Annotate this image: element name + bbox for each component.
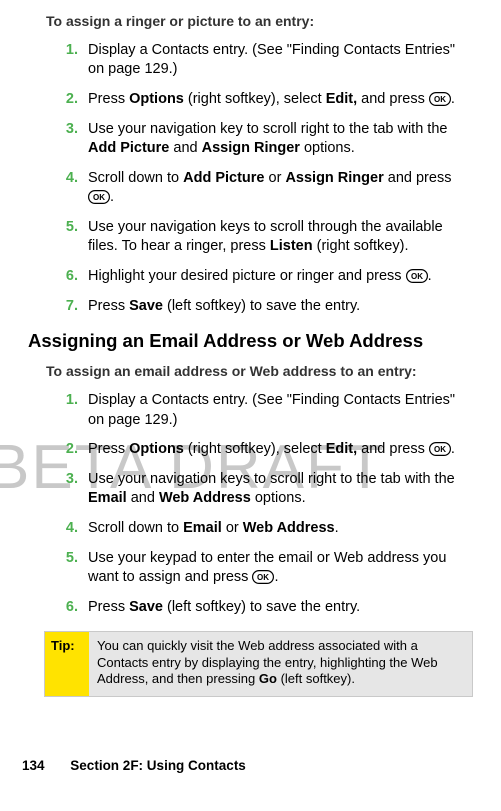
- step-number: 2.: [44, 90, 88, 110]
- ok-key-icon: OK: [429, 442, 451, 456]
- svg-text:OK: OK: [93, 193, 105, 202]
- section2-step-4: 4.Scroll down to Email or Web Address.: [44, 519, 473, 539]
- step-number: 1.: [44, 391, 88, 430]
- heading-email-web: Assigning an Email Address or Web Addres…: [28, 330, 473, 352]
- section2-step-6: 6.Press Save (left softkey) to save the …: [44, 598, 473, 618]
- svg-text:OK: OK: [434, 445, 446, 454]
- svg-text:OK: OK: [257, 573, 269, 582]
- step-text: Use your navigation keys to scroll right…: [88, 470, 473, 509]
- section2-step-3: 3.Use your navigation keys to scroll rig…: [44, 470, 473, 509]
- step-text: Use your keypad to enter the email or We…: [88, 549, 473, 588]
- section2-step-1: 1.Display a Contacts entry. (See "Findin…: [44, 391, 473, 430]
- step-text: Display a Contacts entry. (See "Finding …: [88, 41, 473, 80]
- step-number: 5.: [44, 218, 88, 257]
- step-number: 3.: [44, 470, 88, 509]
- section1-intro: To assign a ringer or picture to an entr…: [46, 12, 473, 31]
- step-number: 4.: [44, 169, 88, 208]
- tip-label: Tip:: [45, 632, 89, 696]
- svg-text:OK: OK: [411, 272, 423, 281]
- section1-step-2: 2.Press Options (right softkey), select …: [44, 90, 473, 110]
- step-text: Press Save (left softkey) to save the en…: [88, 598, 473, 618]
- step-number: 2.: [44, 440, 88, 460]
- step-text: Press Options (right softkey), select Ed…: [88, 90, 473, 110]
- section1-step-1: 1.Display a Contacts entry. (See "Findin…: [44, 41, 473, 80]
- step-number: 7.: [44, 297, 88, 317]
- step-text: Scroll down to Add Picture or Assign Rin…: [88, 169, 473, 208]
- section1-steps: 1.Display a Contacts entry. (See "Findin…: [44, 41, 473, 316]
- page-footer: 134 Section 2F: Using Contacts: [22, 758, 246, 773]
- step-text: Display a Contacts entry. (See "Finding …: [88, 391, 473, 430]
- step-number: 3.: [44, 120, 88, 159]
- step-number: 6.: [44, 598, 88, 618]
- step-number: 4.: [44, 519, 88, 539]
- step-text: Highlight your desired picture or ringer…: [88, 267, 473, 287]
- section1-step-6: 6.Highlight your desired picture or ring…: [44, 267, 473, 287]
- section1-step-4: 4.Scroll down to Add Picture or Assign R…: [44, 169, 473, 208]
- step-number: 6.: [44, 267, 88, 287]
- section1-step-3: 3.Use your navigation key to scroll righ…: [44, 120, 473, 159]
- section2-step-5: 5.Use your keypad to enter the email or …: [44, 549, 473, 588]
- step-text: Use your navigation keys to scroll throu…: [88, 218, 473, 257]
- step-number: 5.: [44, 549, 88, 588]
- section1-step-7: 7.Press Save (left softkey) to save the …: [44, 297, 473, 317]
- section2-steps: 1.Display a Contacts entry. (See "Findin…: [44, 391, 473, 617]
- section1-step-5: 5.Use your navigation keys to scroll thr…: [44, 218, 473, 257]
- step-number: 1.: [44, 41, 88, 80]
- section2-intro: To assign an email address or Web addres…: [46, 362, 473, 381]
- tip-text: You can quickly visit the Web address as…: [89, 632, 472, 696]
- step-text: Press Save (left softkey) to save the en…: [88, 297, 473, 317]
- tip-box: Tip: You can quickly visit the Web addre…: [44, 631, 473, 697]
- ok-key-icon: OK: [252, 570, 274, 584]
- svg-text:OK: OK: [434, 95, 446, 104]
- footer-section: Section 2F: Using Contacts: [70, 758, 246, 773]
- ok-key-icon: OK: [406, 269, 428, 283]
- ok-key-icon: OK: [88, 190, 110, 204]
- section2-step-2: 2.Press Options (right softkey), select …: [44, 440, 473, 460]
- page-number: 134: [22, 758, 45, 773]
- step-text: Use your navigation key to scroll right …: [88, 120, 473, 159]
- step-text: Scroll down to Email or Web Address.: [88, 519, 473, 539]
- ok-key-icon: OK: [429, 92, 451, 106]
- step-text: Press Options (right softkey), select Ed…: [88, 440, 473, 460]
